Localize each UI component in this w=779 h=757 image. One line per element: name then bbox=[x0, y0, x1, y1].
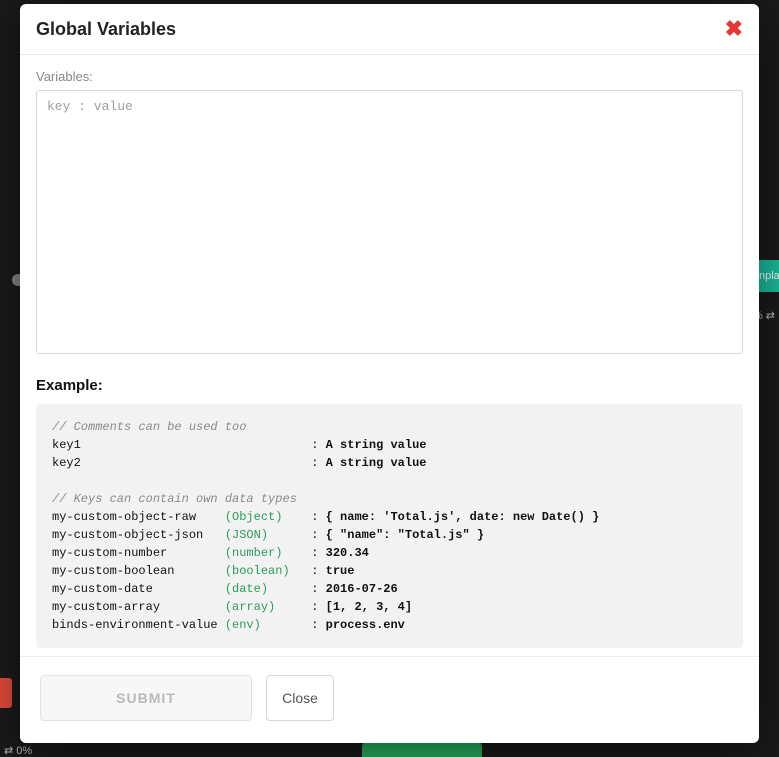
bg-percent-left: ⇄ 0% bbox=[4, 744, 32, 757]
modal-footer: SUBMIT Close bbox=[20, 656, 759, 743]
close-button[interactable]: Close bbox=[266, 675, 334, 721]
bg-pill-left bbox=[0, 678, 12, 708]
variables-label: Variables: bbox=[36, 69, 743, 84]
modal-header: Global Variables ✖ bbox=[20, 4, 759, 55]
submit-button[interactable]: SUBMIT bbox=[40, 675, 252, 721]
modal-body: Variables: Example: // Comments can be u… bbox=[20, 55, 759, 656]
example-code-block: // Comments can be used too key1 : A str… bbox=[36, 404, 743, 648]
bg-pill-right: npla bbox=[757, 260, 779, 292]
global-variables-modal: Global Variables ✖ Variables: Example: /… bbox=[20, 4, 759, 743]
example-heading: Example: bbox=[36, 377, 743, 394]
variables-textarea[interactable] bbox=[36, 90, 743, 354]
modal-title: Global Variables bbox=[36, 19, 176, 40]
close-icon[interactable]: ✖ bbox=[725, 18, 743, 40]
bg-green-node bbox=[362, 741, 482, 757]
